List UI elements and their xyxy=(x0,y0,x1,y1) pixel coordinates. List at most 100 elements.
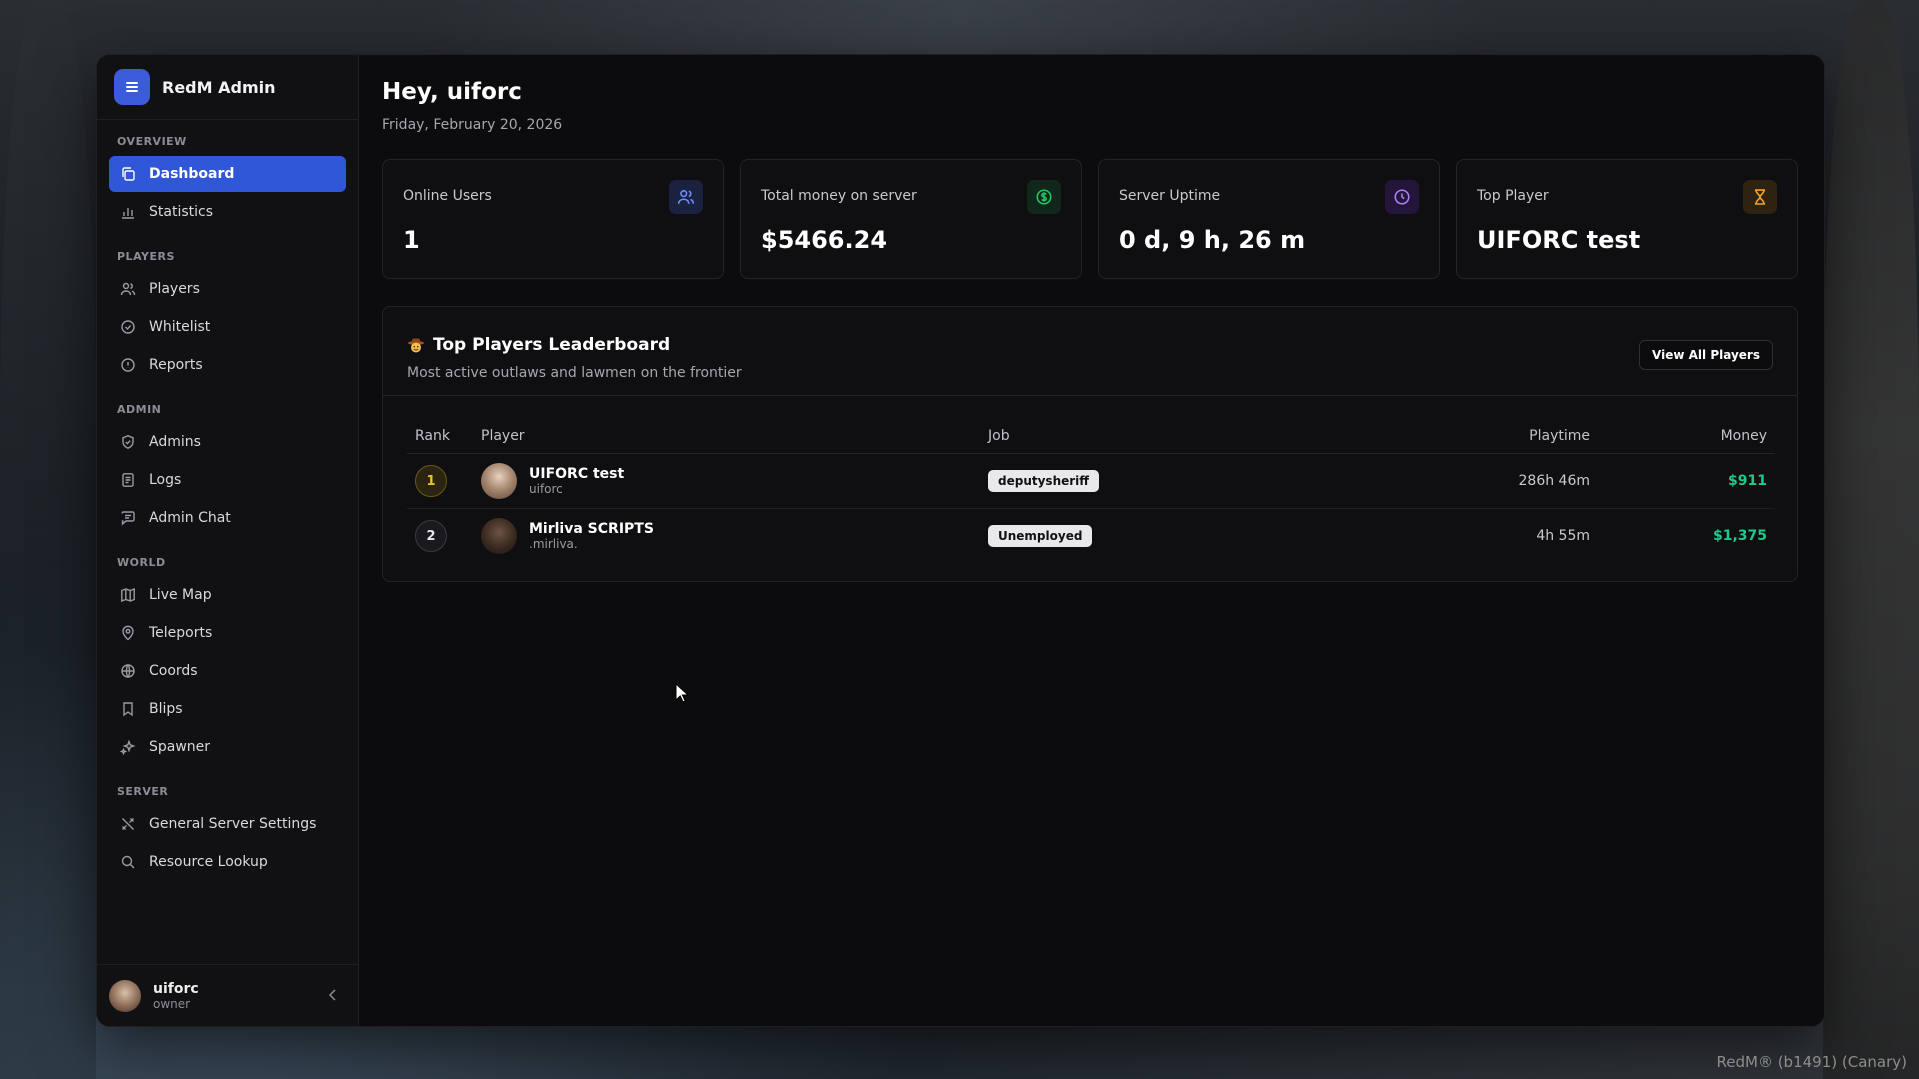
player-name: Mirliva SCRIPTS xyxy=(529,521,654,537)
sidebar-item-live-map[interactable]: Live Map xyxy=(109,577,346,613)
avatar xyxy=(109,979,141,1012)
check-circle-icon xyxy=(119,318,137,336)
sidebar-item-label: Players xyxy=(149,281,200,297)
table-row[interactable]: 2 Mirliva SCRIPTS .mirliva. Unemployed 4… xyxy=(407,509,1775,564)
sidebar-item-dashboard[interactable]: Dashboard xyxy=(109,156,346,192)
tools-icon xyxy=(119,815,137,833)
rank-badge: 1 xyxy=(415,465,447,497)
sidebar-item-label: Admins xyxy=(149,434,201,450)
users-icon xyxy=(669,180,703,214)
card-value: 1 xyxy=(403,226,420,254)
job-badge: deputysheriff xyxy=(988,470,1099,492)
card-label: Total money on server xyxy=(761,188,917,204)
chat-icon xyxy=(119,509,137,527)
col-playtime[interactable]: Playtime xyxy=(1289,419,1591,454)
sidebar-item-label: Reports xyxy=(149,357,203,373)
sidebar-item-label: Admin Chat xyxy=(149,510,231,526)
card-value: UIFORC test xyxy=(1477,226,1641,254)
stat-card-server-uptime: Server Uptime 0 d, 9 h, 26 m xyxy=(1098,159,1440,279)
user-profile[interactable]: uiforc owner xyxy=(97,964,358,1026)
sidebar-item-admins[interactable]: Admins xyxy=(109,424,346,460)
version-label: RedM® (b1491) (Canary) xyxy=(1716,1053,1908,1071)
sidebar: RedM Admin OVERVIEW Dashboard Statistics… xyxy=(97,55,359,1026)
copy-icon xyxy=(119,165,137,183)
table-row[interactable]: 1 UIFORC test uiforc deputysheriff 286h … xyxy=(407,453,1775,509)
dollar-icon xyxy=(1027,180,1061,214)
leaderboard-title-text: Top Players Leaderboard xyxy=(433,335,671,355)
background-right xyxy=(1823,0,1919,1079)
col-money[interactable]: Money xyxy=(1591,419,1775,454)
brand-title: RedM Admin xyxy=(162,77,276,97)
sidebar-item-label: Live Map xyxy=(149,587,212,603)
table-header-row: Rank Player Job Playtime Money xyxy=(407,419,1775,454)
view-all-players-button[interactable]: View All Players xyxy=(1639,340,1773,370)
bar-chart-icon xyxy=(119,203,137,221)
playtime: 286h 46m xyxy=(1289,453,1591,509)
card-label: Server Uptime xyxy=(1119,188,1221,204)
main-content: Hey, uiforc Friday, February 20, 2026 On… xyxy=(359,55,1824,1026)
card-value: 0 d, 9 h, 26 m xyxy=(1119,226,1306,254)
col-job[interactable]: Job xyxy=(987,419,1289,454)
file-text-icon xyxy=(119,471,137,489)
sidebar-item-label: Teleports xyxy=(149,625,213,641)
stat-card-total-money: Total money on server $5466.24 xyxy=(740,159,1082,279)
page-title: Hey, uiforc xyxy=(382,79,522,105)
mouse-cursor-icon xyxy=(675,682,690,707)
section-players: PLAYERS xyxy=(117,250,175,263)
col-rank[interactable]: Rank xyxy=(407,419,480,454)
money: $911 xyxy=(1591,453,1775,509)
avatar xyxy=(481,518,517,554)
sidebar-item-whitelist[interactable]: Whitelist xyxy=(109,309,346,345)
sidebar-item-coords[interactable]: Coords xyxy=(109,653,346,689)
sidebar-item-label: Coords xyxy=(149,663,198,679)
sidebar-item-label: Logs xyxy=(149,472,182,488)
sidebar-item-reports[interactable]: Reports xyxy=(109,347,346,383)
shield-icon xyxy=(119,433,137,451)
sidebar-item-label: Spawner xyxy=(149,739,211,755)
users-icon xyxy=(119,280,137,298)
map-pin-icon xyxy=(119,624,137,642)
leaderboard-title: Top Players Leaderboard xyxy=(407,335,670,355)
background-left xyxy=(0,0,96,1079)
user-role: owner xyxy=(153,996,191,1011)
cowboy-icon xyxy=(407,336,425,354)
player-username: .mirliva. xyxy=(529,537,578,551)
stat-card-online-users: Online Users 1 xyxy=(382,159,724,279)
sidebar-item-label: Whitelist xyxy=(149,319,211,335)
sidebar-item-teleports[interactable]: Teleports xyxy=(109,615,346,651)
playtime: 4h 55m xyxy=(1536,528,1590,544)
alert-circle-icon xyxy=(119,356,137,374)
map-icon xyxy=(119,586,137,604)
menu-icon[interactable] xyxy=(114,69,150,105)
sidebar-item-label: General Server Settings xyxy=(149,816,317,832)
sidebar-item-logs[interactable]: Logs xyxy=(109,462,346,498)
card-label: Top Player xyxy=(1477,188,1549,204)
leaderboard-header: Top Players Leaderboard Most active outl… xyxy=(383,307,1797,396)
admin-panel: RedM Admin OVERVIEW Dashboard Statistics… xyxy=(96,54,1825,1027)
clock-icon xyxy=(1385,180,1419,214)
sidebar-item-general-settings[interactable]: General Server Settings xyxy=(109,806,346,842)
sidebar-item-players[interactable]: Players xyxy=(109,271,346,307)
section-server: SERVER xyxy=(117,785,169,798)
leaderboard-subtitle: Most active outlaws and lawmen on the fr… xyxy=(407,365,742,381)
sidebar-item-admin-chat[interactable]: Admin Chat xyxy=(109,500,346,536)
leaderboard-card: Top Players Leaderboard Most active outl… xyxy=(382,306,1798,582)
section-admin: ADMIN xyxy=(117,403,162,416)
sidebar-item-resource-lookup[interactable]: Resource Lookup xyxy=(109,844,346,880)
job-badge: Unemployed xyxy=(988,525,1093,547)
player-name: UIFORC test xyxy=(529,466,625,482)
sidebar-item-blips[interactable]: Blips xyxy=(109,691,346,727)
money: $1,375 xyxy=(1712,528,1767,544)
section-world: WORLD xyxy=(117,556,166,569)
col-player[interactable]: Player xyxy=(480,419,987,454)
sparkles-icon xyxy=(119,738,137,756)
sidebar-item-statistics[interactable]: Statistics xyxy=(109,194,346,230)
page-date: Friday, February 20, 2026 xyxy=(382,117,563,133)
sidebar-item-label: Blips xyxy=(149,701,183,717)
card-label: Online Users xyxy=(403,188,492,204)
stat-card-top-player: Top Player UIFORC test xyxy=(1456,159,1798,279)
brand: RedM Admin xyxy=(97,55,358,120)
chevron-left-icon[interactable] xyxy=(328,986,338,1005)
sidebar-item-spawner[interactable]: Spawner xyxy=(109,729,346,765)
user-name: uiforc xyxy=(153,980,199,997)
